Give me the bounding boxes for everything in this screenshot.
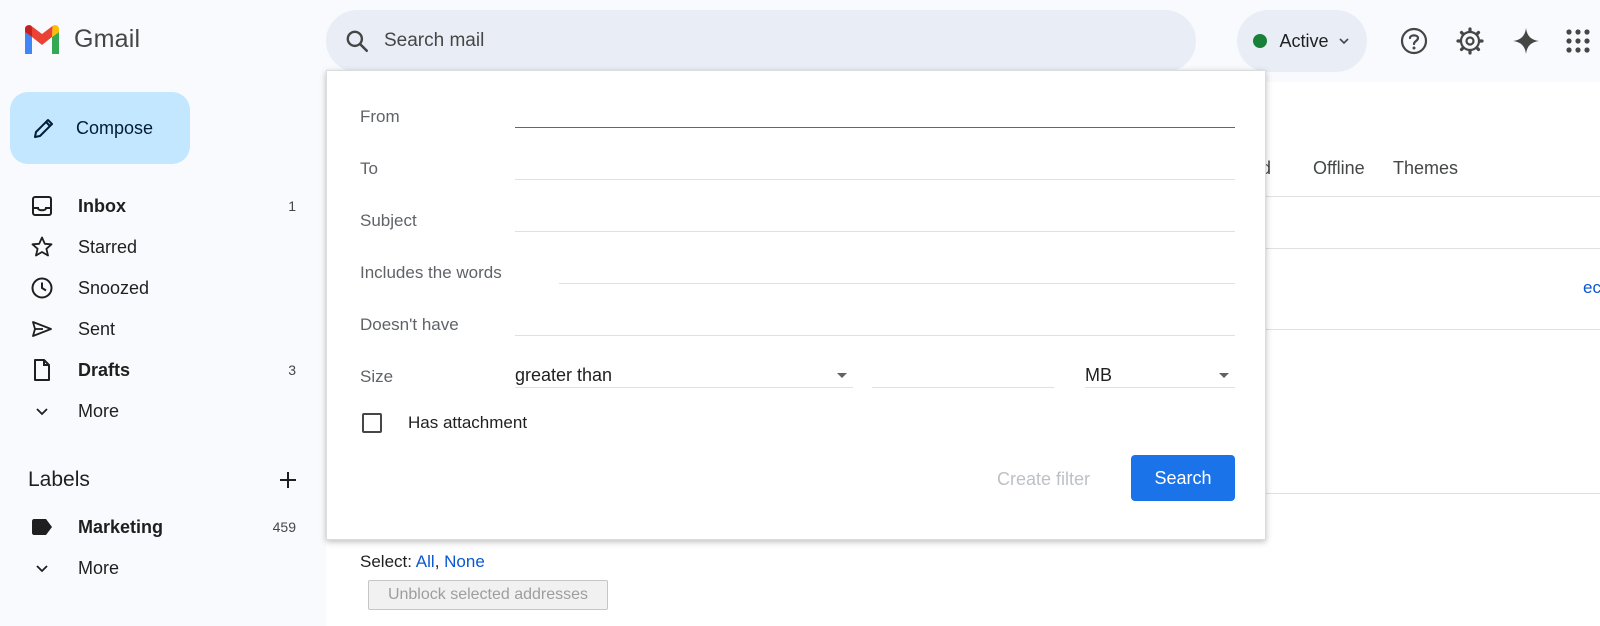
from-field[interactable] (515, 127, 1235, 128)
inbox-icon (28, 192, 56, 220)
size-unit-value: MB (1085, 364, 1112, 385)
labels-section-header: Labels (28, 468, 298, 492)
select-none-link[interactable]: None (444, 552, 485, 571)
sidebar-item-label: Inbox (78, 195, 126, 216)
sidebar-item-sent[interactable]: Sent (0, 309, 310, 349)
size-label: Size (360, 367, 394, 386)
sparkle-icon[interactable] (1509, 24, 1543, 58)
pencil-icon (34, 119, 53, 138)
subject-field[interactable] (515, 231, 1235, 232)
sidebar-label-marketing[interactable]: Marketing 459 (0, 507, 310, 547)
sidebar-item-label: Sent (78, 318, 116, 339)
sidebar-item-label: More (78, 400, 120, 421)
status-dot-icon (1253, 34, 1268, 48)
to-label: To (360, 159, 378, 178)
sidebar-labels-more[interactable]: More (0, 548, 310, 588)
sidebar-item-label: Snoozed (78, 277, 150, 298)
draft-icon (28, 356, 56, 384)
compose-button[interactable]: Compose (10, 92, 190, 164)
label-icon (28, 513, 56, 541)
includes-words-label: Includes the words (360, 263, 502, 282)
status-selector[interactable]: Active (1237, 10, 1367, 72)
unblock-selected-button[interactable]: Unblock selected addresses (368, 580, 608, 610)
send-icon (28, 315, 56, 343)
unread-count: 1 (288, 198, 296, 214)
sidebar-item-snoozed[interactable]: Snoozed (0, 268, 310, 308)
sidebar-item-label: Drafts (78, 359, 131, 380)
settings-tab-offline[interactable]: Offline (1313, 158, 1365, 179)
select-all-link[interactable]: All (416, 552, 435, 571)
from-label: From (360, 107, 400, 126)
sidebar-item-label: Marketing (78, 516, 164, 537)
advanced-search-panel: From To Subject Includes the words Doesn… (326, 70, 1266, 540)
clock-icon (28, 274, 56, 302)
divider (515, 387, 853, 388)
chevron-down-icon (1338, 38, 1349, 45)
unread-count: 3 (288, 362, 296, 378)
size-unit-select[interactable]: MB (1085, 363, 1235, 387)
sidebar-item-label: Starred (78, 236, 138, 257)
search-bar[interactable] (326, 10, 1196, 72)
subject-label: Subject (360, 211, 417, 230)
sidebar-item-inbox[interactable]: Inbox 1 (0, 186, 310, 226)
create-filter-button[interactable]: Create filter (997, 469, 1090, 490)
has-attachment-checkbox[interactable] (362, 413, 382, 433)
edit-link[interactable]: ec (1583, 278, 1600, 298)
dropdown-arrow-icon (837, 372, 847, 378)
select-row: Select: All, None (360, 552, 485, 571)
divider (1266, 493, 1600, 494)
doesnt-have-field[interactable] (515, 335, 1235, 336)
chevron-down-icon (28, 397, 56, 425)
apps-grid-icon[interactable] (1561, 24, 1595, 58)
app-name: Gmail (74, 24, 141, 53)
search-icon[interactable] (344, 28, 370, 54)
chevron-down-icon (28, 554, 56, 582)
size-operator-select[interactable]: greater than (515, 363, 853, 387)
dropdown-arrow-icon (1219, 372, 1229, 378)
compose-label: Compose (76, 117, 154, 138)
has-attachment-label: Has attachment (408, 413, 528, 432)
sidebar-item-label: More (78, 557, 120, 578)
gear-icon[interactable] (1453, 24, 1487, 58)
divider (1085, 387, 1235, 388)
divider (1266, 248, 1600, 249)
sidebar-item-starred[interactable]: Starred (0, 227, 310, 267)
to-field[interactable] (515, 179, 1235, 180)
gmail-m-icon (25, 25, 59, 54)
star-icon (28, 233, 56, 261)
divider (1266, 196, 1600, 197)
settings-tab-themes[interactable]: Themes (1393, 158, 1458, 179)
label-count: 459 (272, 519, 296, 535)
includes-words-field[interactable] (559, 283, 1235, 284)
doesnt-have-label: Doesn't have (360, 315, 459, 334)
sidebar-item-more[interactable]: More (0, 391, 310, 431)
divider (1266, 329, 1600, 330)
search-button[interactable]: Search (1131, 455, 1235, 501)
status-label: Active (1279, 30, 1329, 51)
gmail-logo[interactable]: Gmail (22, 24, 140, 54)
sidebar-item-drafts[interactable]: Drafts 3 (0, 350, 310, 390)
size-operator-value: greater than (515, 364, 613, 385)
plus-icon[interactable] (278, 470, 298, 490)
labels-heading: Labels (28, 468, 90, 491)
select-prefix: Select: (360, 552, 412, 571)
search-input[interactable] (382, 29, 1146, 53)
help-icon[interactable] (1397, 24, 1431, 58)
size-value-field[interactable] (872, 387, 1054, 388)
